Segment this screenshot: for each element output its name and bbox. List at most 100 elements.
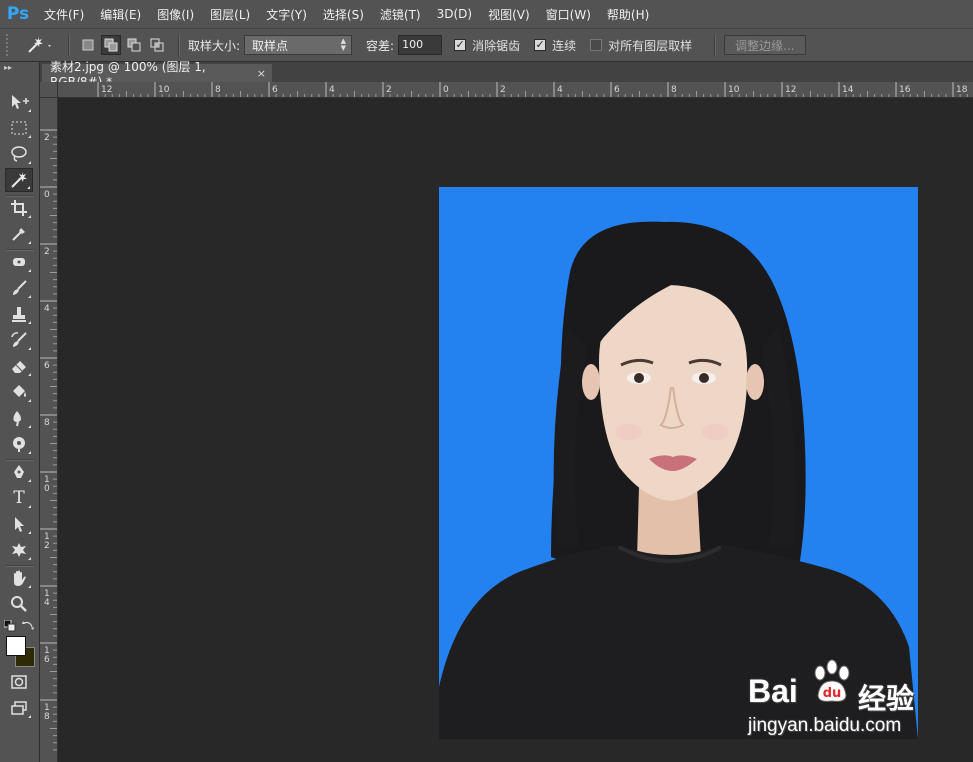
swap-colors-icon[interactable] (22, 619, 34, 631)
eraser-tool[interactable] (5, 354, 33, 378)
intersect-selection-button[interactable] (147, 35, 167, 55)
menu-view[interactable]: 视图(V) (480, 6, 538, 23)
shape-tool[interactable] (5, 538, 33, 562)
checkmark-icon: ✓ (534, 38, 547, 51)
checkmark-icon: ✓ (454, 38, 467, 51)
ruler-label: 12 (101, 85, 112, 95)
subtract-from-selection-button[interactable] (124, 35, 144, 55)
dodge-icon (13, 437, 25, 452)
ruler-label: 8 (44, 712, 50, 722)
menu-help[interactable]: 帮助(H) (599, 6, 657, 23)
separator (68, 34, 70, 56)
ruler-label: 6 (614, 85, 620, 95)
sample-size-select[interactable]: 取样点 ▲ ▼ (244, 35, 353, 55)
brush-tool[interactable] (5, 276, 33, 300)
stamp-icon (12, 307, 26, 322)
add-to-selection-button[interactable] (101, 35, 121, 55)
sample-all-layers-label: 对所有图层取样 (608, 38, 693, 53)
bucket-icon (13, 385, 26, 397)
ruler-label: 2 (500, 85, 506, 95)
document-tab[interactable]: 素材2.jpg @ 100% (图层 1, RGB/8#) * × (42, 60, 272, 89)
menu-select[interactable]: 选择(S) (315, 6, 372, 23)
tool-preset-picker[interactable] (24, 35, 60, 55)
marquee-tool[interactable] (5, 116, 33, 140)
quick-mask-button[interactable] (5, 670, 33, 694)
paint-bucket-tool[interactable] (5, 380, 33, 404)
tolerance-input[interactable]: 100 (398, 35, 443, 55)
sample-size-label: 取样大小: (188, 38, 241, 53)
blur-icon (13, 411, 21, 427)
contiguous-checkbox[interactable]: ✓ 连续 (534, 37, 576, 54)
eyedropper-tool[interactable] (5, 222, 33, 246)
ruler-label: 14 (842, 85, 854, 95)
watermark-url: jingyan.baidu.com (748, 715, 902, 736)
bandage-icon (13, 258, 25, 266)
options-bar-grip[interactable] (6, 34, 16, 56)
pen-tool[interactable] (5, 460, 33, 484)
vertical-ruler[interactable]: 2024681012141618 (40, 98, 58, 762)
ruler-label: 0 (44, 190, 50, 200)
path-selection-tool[interactable] (5, 512, 33, 536)
dodge-tool[interactable] (5, 432, 33, 456)
default-colors-icon[interactable] (4, 620, 16, 632)
crop-tool[interactable] (5, 196, 33, 220)
ruler-label: 0 (443, 85, 449, 95)
move-icon (12, 95, 29, 109)
menu-edit[interactable]: 编辑(E) (92, 6, 149, 23)
move-tool[interactable] (5, 90, 33, 114)
contiguous-label: 连续 (552, 38, 577, 53)
svg-text:du: du (823, 686, 842, 701)
ruler-label: 2 (44, 247, 50, 257)
ruler-label: 12 (785, 85, 796, 95)
watermark-brand-left: Bai (748, 673, 798, 709)
menu-window[interactable]: 窗口(W) (538, 6, 599, 23)
hand-tool[interactable] (5, 566, 33, 590)
history-brush-tool[interactable] (5, 328, 33, 352)
arrow-icon (15, 517, 24, 532)
ruler-label: 8 (215, 85, 221, 95)
shape-icon (12, 543, 26, 557)
add-selection-icon (104, 38, 118, 52)
watermark-brand-right: 经验 (858, 683, 915, 714)
panel-collapse-icon[interactable]: ▸▸ (4, 63, 12, 72)
eyedropper-icon (12, 228, 25, 241)
tools-panel: ▸▸ T (0, 62, 40, 762)
ruler-label: 18 (956, 85, 968, 95)
magic-wand-tool[interactable] (5, 168, 33, 192)
ruler-origin[interactable] (40, 82, 58, 98)
ruler-label: 4 (44, 304, 50, 314)
ruler-label: 2 (44, 133, 50, 143)
crop-icon (11, 200, 27, 216)
ruler-label: 6 (272, 85, 278, 95)
horizontal-ruler[interactable]: 12 10 8 6 4 2 0 2 4 6 8 10 12 14 16 18 (58, 82, 973, 98)
blur-tool[interactable] (5, 406, 33, 430)
healing-brush-tool[interactable] (5, 250, 33, 274)
menu-file[interactable]: 文件(F) (36, 6, 92, 23)
screen-mode-button[interactable] (5, 696, 33, 720)
foreground-color-swatch[interactable] (6, 636, 26, 656)
menu-image[interactable]: 图像(I) (149, 6, 202, 23)
new-selection-icon (82, 39, 94, 51)
menu-layer[interactable]: 图层(L) (202, 6, 258, 23)
menu-type[interactable]: 文字(Y) (258, 6, 315, 23)
empty-checkbox-icon (590, 39, 603, 51)
new-selection-button[interactable] (78, 35, 98, 55)
separator (714, 34, 717, 56)
vertical-ruler-ticks: 2024681012141618 (40, 129, 57, 751)
ruler-label: 6 (44, 655, 50, 665)
pen-icon (14, 465, 24, 478)
lasso-tool[interactable] (5, 142, 33, 166)
clone-stamp-tool[interactable] (5, 302, 33, 326)
ruler-label: 10 (158, 85, 170, 95)
menu-filter[interactable]: 滤镜(T) (372, 6, 429, 23)
menu-3d[interactable]: 3D(D) (429, 7, 480, 21)
zoom-icon (11, 596, 27, 612)
close-tab-icon[interactable]: × (257, 67, 266, 80)
anti-alias-checkbox[interactable]: ✓ 消除锯齿 (454, 37, 520, 54)
zoom-tool[interactable] (5, 592, 33, 616)
type-tool[interactable]: T (5, 486, 33, 510)
sample-all-layers-checkbox[interactable]: 对所有图层取样 (590, 37, 692, 54)
refine-edge-button[interactable]: 调整边缘... (724, 35, 806, 55)
ruler-label: 2 (386, 85, 392, 95)
ruler-label: 16 (899, 85, 911, 95)
